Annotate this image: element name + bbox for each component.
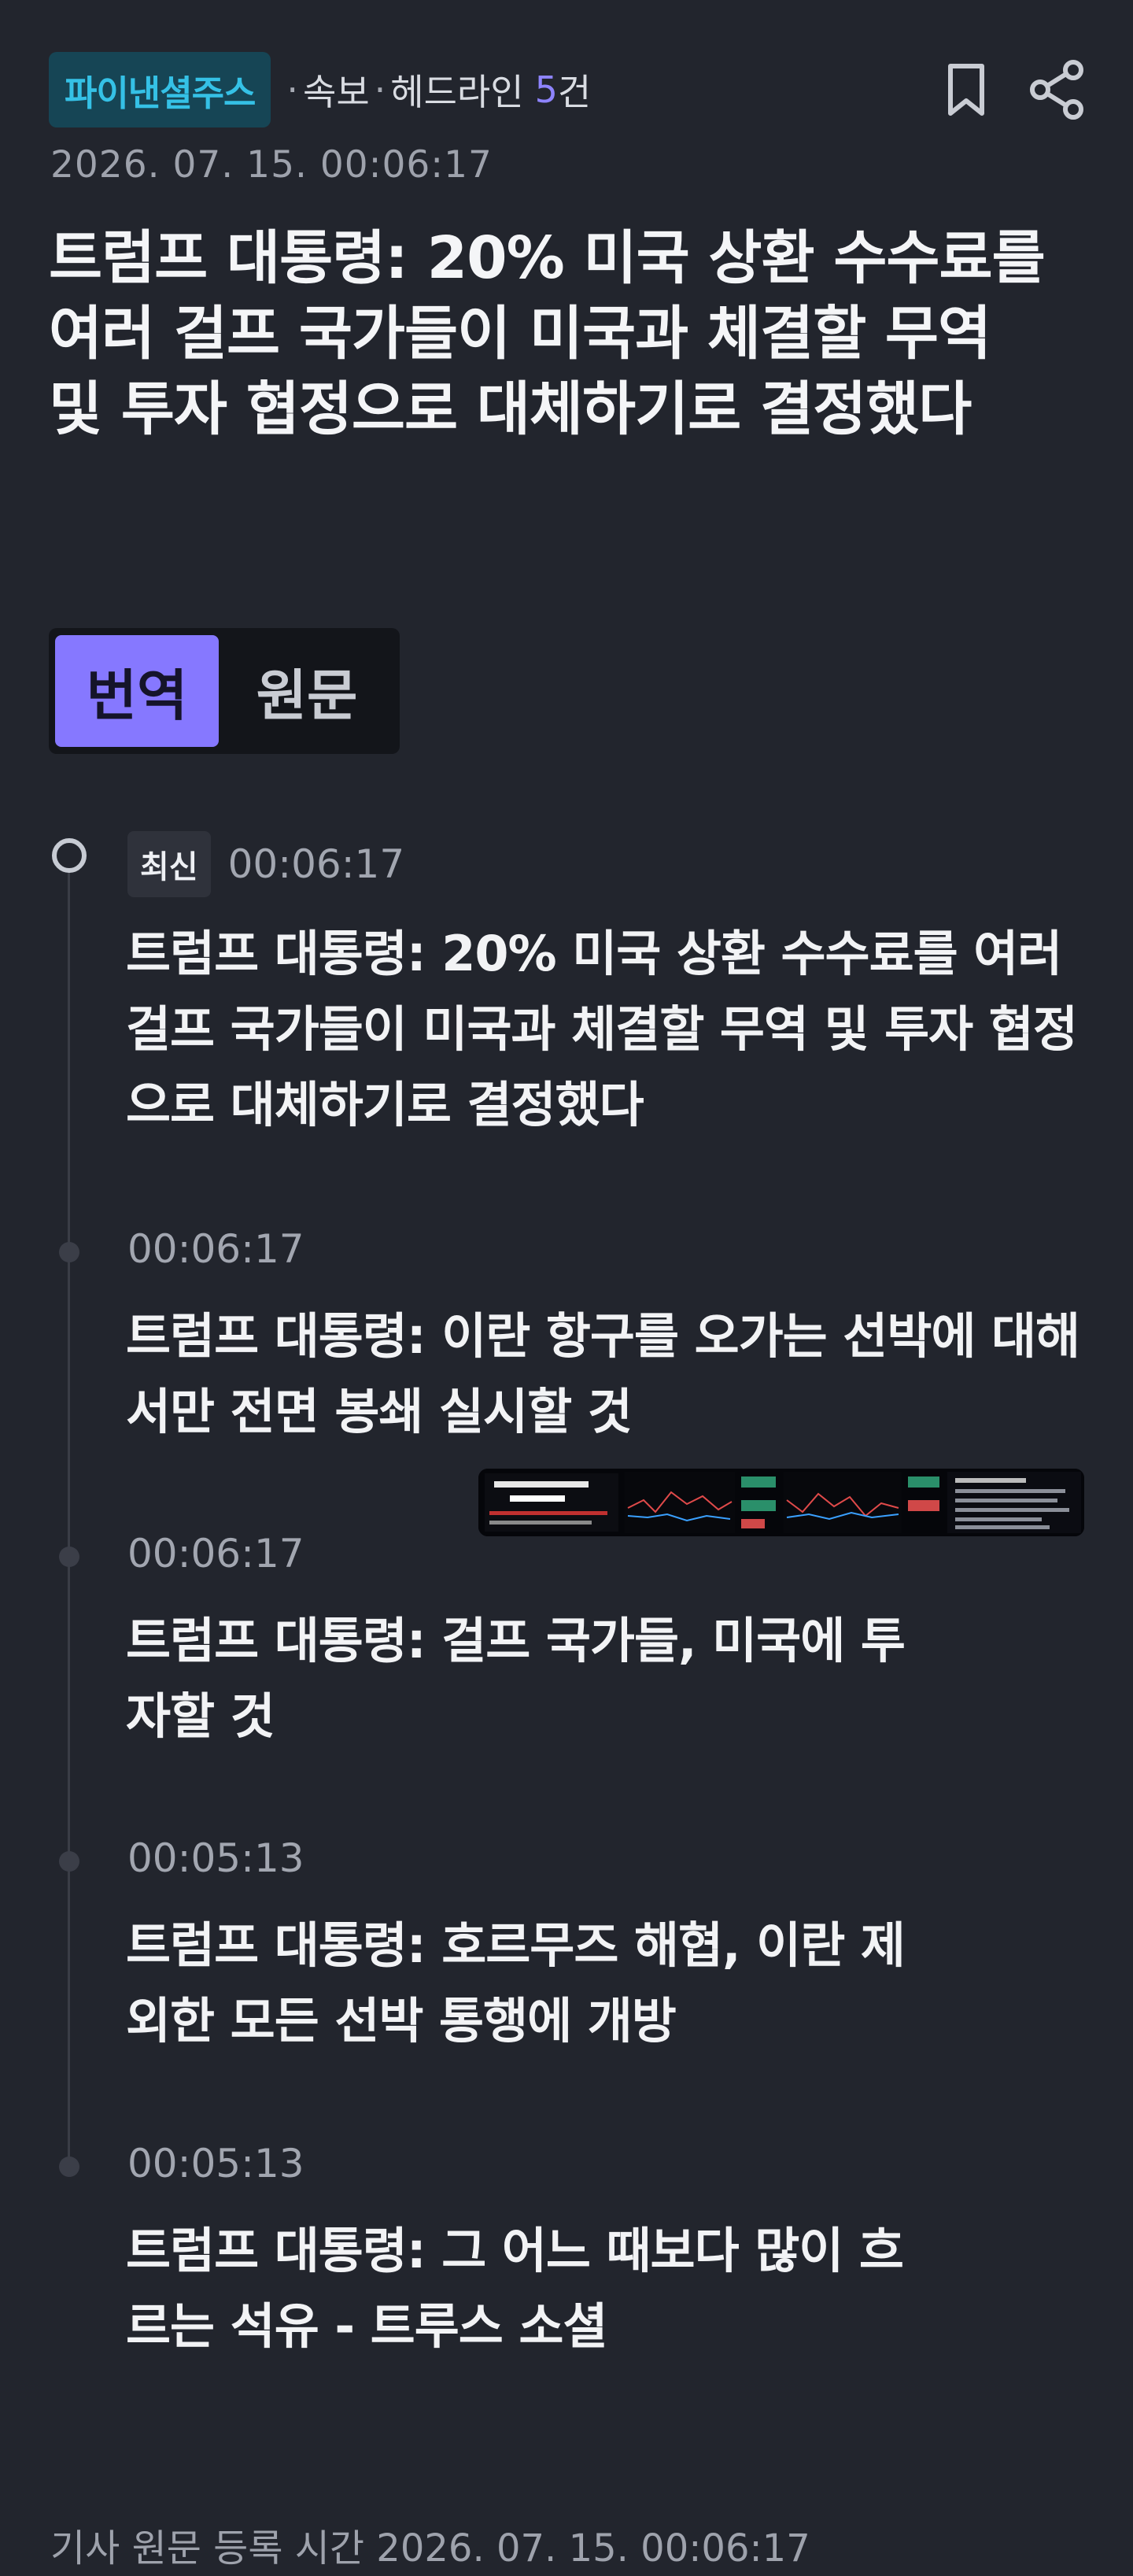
source-badge[interactable]: 파이낸셜주스 bbox=[49, 52, 271, 128]
timeline-item-text[interactable]: 트럼프 대통령: 20% 미국 상환 수수료를 여러 걸프 국가들이 미국과 체… bbox=[126, 916, 1086, 1143]
latest-badge: 최신 bbox=[127, 831, 211, 897]
timeline-item-meta: 00:06:17 bbox=[127, 1226, 304, 1272]
timeline-item-meta: 00:05:13 bbox=[127, 2141, 304, 2186]
timeline-marker bbox=[59, 1547, 79, 1567]
article-meta: · 속보 · 헤드라인 5 건 bbox=[282, 64, 591, 116]
article-headline: 트럼프 대통령: 20% 미국 상환 수수료를 여러 걸프 국가들이 미국과 체… bbox=[49, 224, 1046, 443]
timeline-time: 00:05:13 bbox=[127, 2141, 304, 2186]
timeline-marker bbox=[59, 1242, 79, 1262]
timeline-time: 00:06:17 bbox=[127, 1226, 304, 1272]
timeline-line bbox=[68, 858, 70, 2172]
market-screenshot-thumbnail[interactable] bbox=[478, 1469, 1084, 1536]
timeline-item-meta: 최신 00:06:17 bbox=[127, 831, 404, 897]
timeline-item-text[interactable]: 트럼프 대통령: 이란 항구를 오가는 선박에 대해서만 전면 봉쇄 실시할 것 bbox=[126, 1299, 1094, 1450]
timeline-item-text[interactable]: 트럼프 대통령: 그 어느 때보다 많이 흐르는 석유 - 트루스 소셜 bbox=[126, 2213, 944, 2364]
language-toggle: 번역 원문 bbox=[49, 628, 400, 754]
timeline-time: 00:06:17 bbox=[227, 841, 405, 887]
timeline-marker bbox=[59, 2157, 79, 2177]
category-label: 속보 bbox=[303, 71, 370, 113]
timeline-marker bbox=[59, 1851, 79, 1872]
timeline-item-text[interactable]: 트럼프 대통령: 호르무즈 해협, 이란 제외한 모든 선박 통행에 개방 bbox=[126, 1908, 944, 2059]
bookmark-icon[interactable] bbox=[944, 61, 988, 118]
header-actions bbox=[944, 59, 1086, 120]
article-header: 파이낸셜주스 · 속보 · 헤드라인 5 건 bbox=[49, 50, 1087, 129]
share-icon[interactable] bbox=[1029, 59, 1086, 120]
toggle-translated[interactable]: 번역 bbox=[55, 635, 219, 747]
toggle-original[interactable]: 원문 bbox=[225, 635, 389, 747]
headline-count-suffix: 건 bbox=[557, 71, 592, 113]
headline-label: 헤드라인 bbox=[390, 71, 524, 113]
timeline-item-text[interactable]: 트럼프 대통령: 걸프 국가들, 미국에 투자할 것 bbox=[126, 1603, 944, 1754]
timeline-time: 00:05:13 bbox=[127, 1835, 304, 1881]
timeline-item-meta: 00:05:13 bbox=[127, 1835, 304, 1881]
timeline-item-meta: 00:06:17 bbox=[127, 1531, 304, 1576]
headline-count: 5 bbox=[534, 68, 558, 111]
article-footer-timestamp: 기사 원문 등록 시간 2026. 07. 15. 00:06:17 bbox=[50, 2526, 810, 2570]
article-datetime: 2026. 07. 15. 00:06:17 bbox=[50, 143, 493, 187]
timeline-time: 00:06:17 bbox=[127, 1531, 304, 1576]
timeline-marker-current bbox=[52, 838, 87, 873]
